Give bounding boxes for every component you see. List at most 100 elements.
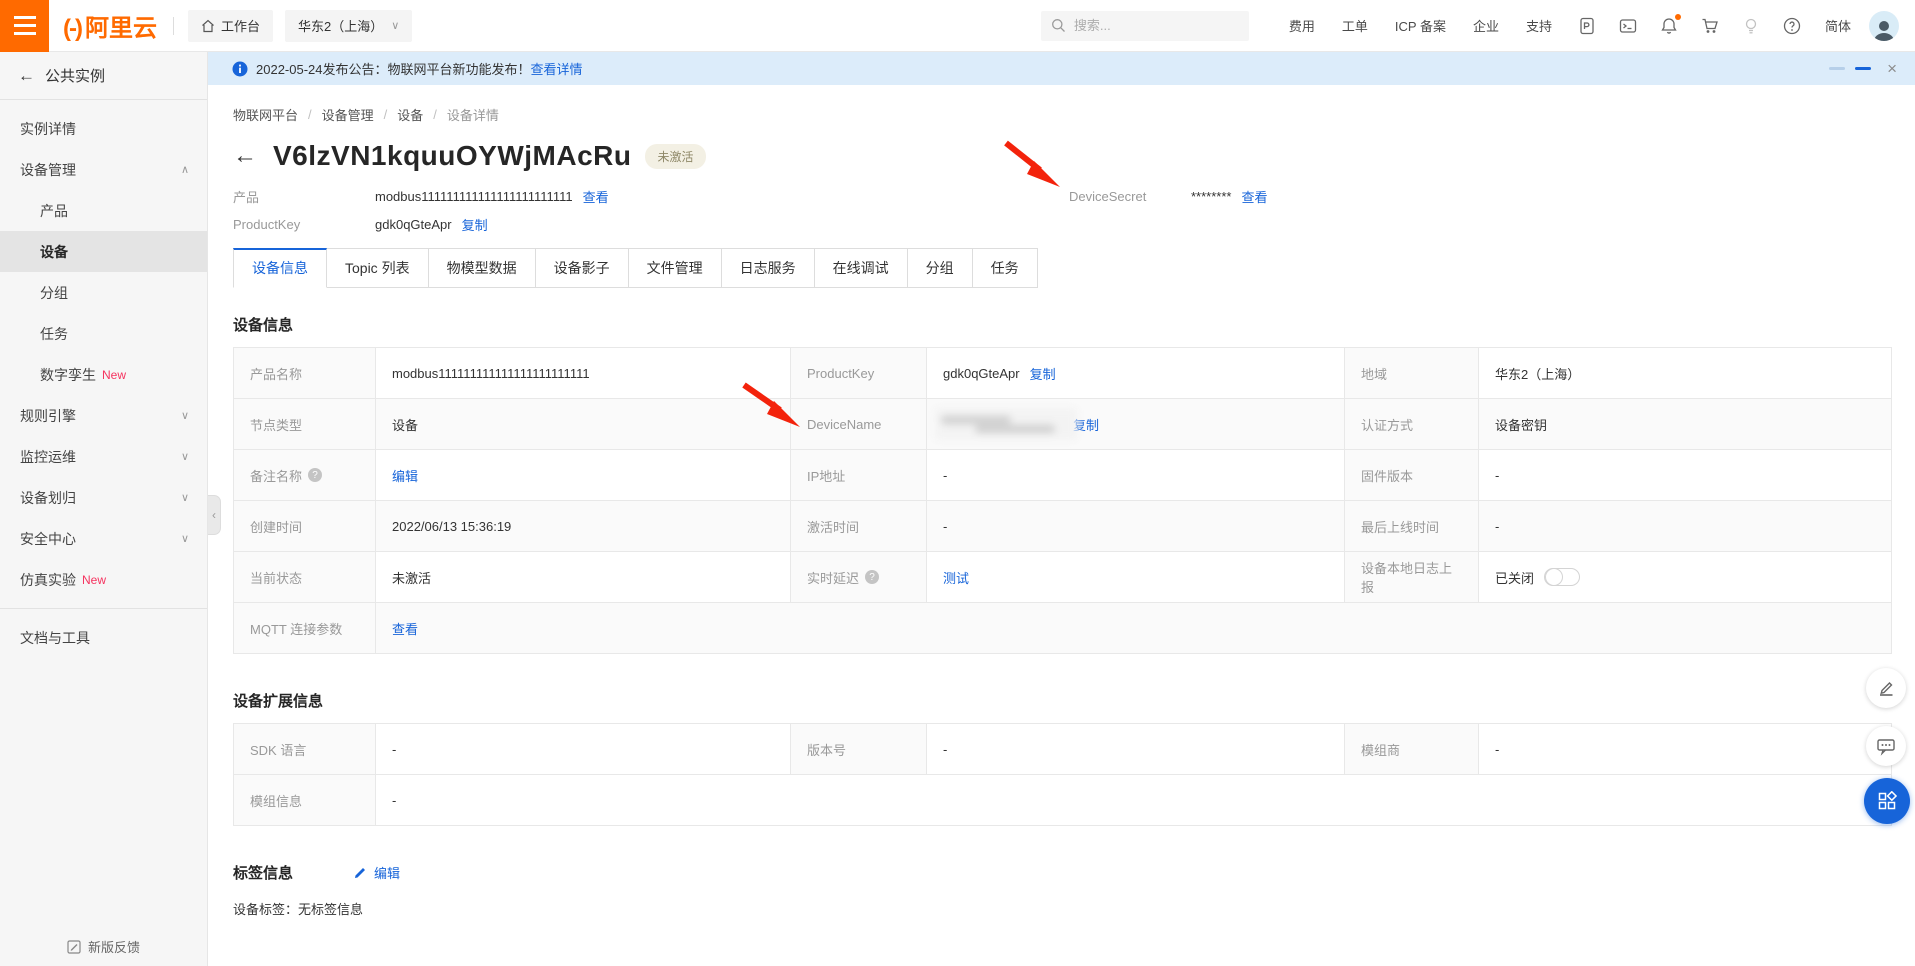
search-icon <box>1051 18 1066 33</box>
top-icons <box>1578 17 1801 35</box>
productkey-cell: gdk0qGteApr复制 <box>926 348 1344 398</box>
sidebar-collapse-handle[interactable]: ‹ <box>208 495 221 535</box>
sidebar-item-instance-details[interactable]: 实例详情 <box>0 108 207 149</box>
nav-icp[interactable]: ICP 备案 <box>1395 16 1446 35</box>
nav-support[interactable]: 支持 <box>1526 16 1552 35</box>
sidebar-item-products[interactable]: 产品 <box>0 190 207 231</box>
device-tags-empty: 无标签信息 <box>298 902 363 917</box>
sidebar-item-device-assignment[interactable]: 设备划归∨ <box>0 477 207 518</box>
device-secret-block: DeviceSecret ******** 查看 <box>1069 182 1268 210</box>
language-switch[interactable]: 简体 <box>1825 16 1851 35</box>
feedback-chat-fab-button[interactable] <box>1866 726 1906 766</box>
view-link[interactable]: 查看 <box>392 619 418 638</box>
device-meta: 产品 modbus111111111111111111111111 查看 Pro… <box>233 182 1915 240</box>
cart-icon[interactable] <box>1701 17 1719 35</box>
sidebar-item-label: 分组 <box>40 283 68 303</box>
breadcrumb-device-management[interactable]: 设备管理 <box>322 105 374 124</box>
auth-type-value: 设备密钥 <box>1478 399 1891 449</box>
local-log-toggle[interactable] <box>1544 568 1580 586</box>
search-input[interactable] <box>1074 18 1234 33</box>
global-search[interactable] <box>1041 11 1249 41</box>
productkey-copy-link[interactable]: 复制 <box>462 215 488 234</box>
tab-log-service[interactable]: 日志服务 <box>722 248 815 288</box>
tab-tsl-data[interactable]: 物模型数据 <box>429 248 536 288</box>
help-circle-icon[interactable] <box>1783 17 1801 35</box>
app-icon[interactable] <box>1578 17 1596 35</box>
workbench-label: 工作台 <box>221 16 260 35</box>
new-badge: New <box>102 368 126 382</box>
sidebar-item-simulation[interactable]: 仿真实验New <box>0 559 207 600</box>
table-row: 产品名称 modbus111111111111111111111111 Prod… <box>234 348 1891 398</box>
terminal-icon[interactable] <box>1619 17 1637 35</box>
close-icon[interactable]: × <box>1887 60 1897 77</box>
sidebar-back-header[interactable]: ← 公共实例 <box>0 52 207 100</box>
test-link[interactable]: 测试 <box>943 568 969 587</box>
pencil-underline-icon <box>1876 678 1896 698</box>
help-icon[interactable]: ? <box>308 468 322 482</box>
ip-value: - <box>926 450 1344 500</box>
announcement-pager-dash-active[interactable] <box>1855 67 1871 70</box>
sidebar-item-label: 监控运维 <box>20 447 76 467</box>
nav-tickets[interactable]: 工单 <box>1342 16 1368 35</box>
product-view-link[interactable]: 查看 <box>583 187 609 206</box>
breadcrumb-separator: / <box>433 107 437 122</box>
sidebar-item-monitoring[interactable]: 监控运维∨ <box>0 436 207 477</box>
notification-bell-icon[interactable] <box>1660 17 1678 35</box>
sidebar-item-groups[interactable]: 分组 <box>0 272 207 313</box>
sidebar-item-security-center[interactable]: 安全中心∨ <box>0 518 207 559</box>
widgets-fab-button[interactable] <box>1864 778 1910 824</box>
tab-topic-list[interactable]: Topic 列表 <box>327 248 429 288</box>
sidebar-item-rules-engine[interactable]: 规则引擎∨ <box>0 395 207 436</box>
breadcrumb-iot-platform[interactable]: 物联网平台 <box>233 105 298 124</box>
devicesecret-view-link[interactable]: 查看 <box>1241 187 1267 206</box>
copy-link[interactable]: 复制 <box>1030 364 1056 383</box>
instance-name: 公共实例 <box>45 65 105 86</box>
aliyun-logo[interactable]: (-) 阿里云 <box>63 8 157 43</box>
region-selector[interactable]: 华东2（上海） ∨ <box>285 10 412 42</box>
firmware-value: - <box>1478 450 1891 500</box>
tab-device-info[interactable]: 设备信息 <box>233 248 327 288</box>
nav-enterprise[interactable]: 企业 <box>1473 16 1499 35</box>
feedback-button[interactable]: 新版反馈 <box>0 937 207 956</box>
announcement-link[interactable]: 查看详情 <box>531 59 583 78</box>
chevron-down-icon: ∨ <box>391 19 399 32</box>
user-avatar[interactable] <box>1869 11 1899 41</box>
row-label: 版本号 <box>790 724 926 774</box>
sidebar-item-devices[interactable]: 设备 <box>0 231 207 272</box>
back-arrow-icon[interactable]: ← <box>233 142 257 170</box>
current-status-value: 未激活 <box>375 552 790 602</box>
sidebar-item-jobs[interactable]: 任务 <box>0 313 207 354</box>
row-label: 地域 <box>1344 348 1478 398</box>
lightbulb-icon[interactable] <box>1742 17 1760 35</box>
tags-edit-button[interactable]: 编辑 <box>353 863 400 882</box>
new-badge: New <box>82 573 106 587</box>
sidebar: ← 公共实例 实例详情 设备管理∧ 产品 设备 分组 任务 数字孪生 New 规则… <box>0 52 208 966</box>
row-label: ProductKey <box>790 348 926 398</box>
survey-fab-button[interactable] <box>1866 668 1906 708</box>
sidebar-item-device-management[interactable]: 设备管理∧ <box>0 149 207 190</box>
tab-groups[interactable]: 分组 <box>908 248 973 288</box>
region-value: 华东2（上海） <box>1478 348 1891 398</box>
devicesecret-label: DeviceSecret <box>1069 189 1191 204</box>
breadcrumb-devices[interactable]: 设备 <box>397 105 423 124</box>
device-info-section-title: 设备信息 <box>233 314 1915 335</box>
tab-online-debug[interactable]: 在线调试 <box>815 248 908 288</box>
back-arrow-icon[interactable]: ← <box>18 66 35 86</box>
help-icon[interactable]: ? <box>865 570 879 584</box>
sidebar-item-docs-tools[interactable]: 文档与工具 <box>0 617 207 658</box>
tab-jobs[interactable]: 任务 <box>973 248 1038 288</box>
row-label: 产品名称 <box>234 348 375 398</box>
chevron-down-icon: ∨ <box>181 532 189 545</box>
hamburger-menu-icon[interactable] <box>0 0 49 52</box>
tab-file-management[interactable]: 文件管理 <box>629 248 722 288</box>
sidebar-item-digital-twin[interactable]: 数字孪生 New <box>0 354 207 395</box>
announcement-pager-dash[interactable] <box>1829 67 1845 70</box>
main-content: 物联网平台 / 设备管理 / 设备 / 设备详情 ← V6lzVN1kquuOY… <box>208 85 1915 966</box>
tags-edit-link: 编辑 <box>374 863 400 882</box>
edit-link[interactable]: 编辑 <box>392 466 418 485</box>
tab-device-shadow[interactable]: 设备影子 <box>536 248 629 288</box>
nav-billing[interactable]: 费用 <box>1289 16 1315 35</box>
workbench-button[interactable]: 工作台 <box>188 10 273 42</box>
sidebar-item-label: 数字孪生 <box>40 365 96 385</box>
chevron-down-icon: ∨ <box>181 409 189 422</box>
